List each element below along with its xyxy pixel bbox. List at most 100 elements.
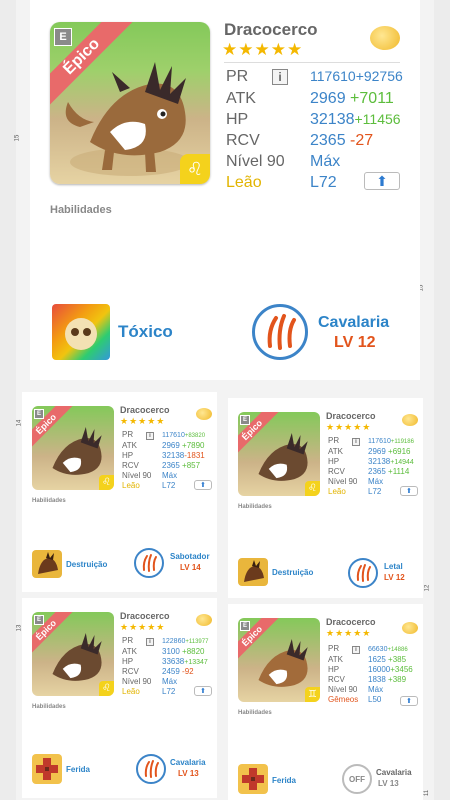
- star-rating: ★★★★★: [326, 628, 372, 638]
- medal-icon[interactable]: [402, 622, 418, 634]
- upgrade-arrow-button[interactable]: ⬆: [364, 172, 400, 190]
- star-rating: ★★★★★: [120, 622, 166, 632]
- skill-saboteur-icon[interactable]: [134, 548, 164, 578]
- stat-label: RCV: [226, 132, 260, 149]
- skill-level: LV 12: [384, 573, 405, 582]
- page-number: 15: [14, 134, 21, 142]
- skill-name: Destruição: [272, 568, 314, 577]
- beast-icon: [244, 560, 264, 582]
- leo-sign-icon: ♌: [180, 154, 210, 184]
- bandage-cross-icon: [36, 758, 58, 780]
- stat-pr: PR i 117610 +92756: [226, 68, 403, 86]
- stat-rcv: RCV 2365 +857: [122, 461, 201, 470]
- info-button[interactable]: i: [352, 646, 360, 654]
- claw-marks-icon: [267, 314, 296, 350]
- stat-atk: ATK 2969 +6916: [328, 447, 411, 456]
- skill-toxic-icon[interactable]: [52, 304, 110, 360]
- level-row: Nível 90 Máx: [122, 677, 178, 686]
- stat-label: PR: [226, 68, 249, 85]
- medal-icon[interactable]: [370, 26, 400, 50]
- stat-atk: ATK 1625 +385: [328, 655, 407, 664]
- medal-icon[interactable]: [402, 414, 418, 426]
- monster-card: Épico E ♌ Dracocerco ★★★★★ PR i 117610 +838…: [22, 392, 217, 592]
- level-label: Nível 90: [226, 153, 285, 170]
- skill-wound-icon[interactable]: [238, 764, 268, 794]
- monster-card: Épico E ♌ Dracocerco ★★★★★ PR i 117610 +119…: [228, 398, 423, 598]
- bandage-cross-icon: [242, 768, 264, 790]
- info-button[interactable]: i: [272, 69, 288, 85]
- stat-bonus: +92756: [355, 68, 403, 84]
- monster-portrait[interactable]: Épico E ♌: [238, 412, 320, 496]
- skill-name: Tóxico: [118, 322, 173, 341]
- skill-destruction-icon[interactable]: [238, 558, 268, 586]
- stat-pr: PR i 122860 +113977: [122, 636, 209, 646]
- skills-header: Habilidades: [238, 504, 272, 510]
- claw-marks-icon: [142, 554, 157, 572]
- star-rating: ★★★★★: [222, 40, 304, 59]
- monster-name: Dracocerco: [326, 411, 376, 421]
- skill-level: LV 13: [378, 779, 399, 788]
- stat-value: 2969: [310, 90, 346, 107]
- monster-portrait[interactable]: Épico E ♊: [238, 618, 320, 702]
- monster-card: Épico E ♌ Dracocerco ★★★★★ PR i 122860 +113…: [22, 598, 217, 798]
- skills-header: Habilidades: [50, 204, 112, 216]
- info-button[interactable]: i: [352, 438, 360, 446]
- skill-cavalry-icon[interactable]: [252, 304, 308, 360]
- level-row: Nível 90 Máx: [226, 153, 340, 171]
- divider: [224, 62, 400, 63]
- sign-name: Leão: [226, 174, 262, 191]
- stat-value: 2365: [310, 132, 346, 149]
- stat-rcv: RCV 1838 +389: [328, 675, 407, 684]
- element-badge: E: [34, 615, 44, 625]
- skill-level: LV 13: [178, 769, 199, 778]
- stat-rcv: RCV 2459 -92: [122, 667, 194, 676]
- stat-hp: HP 32138 -1831: [122, 451, 205, 460]
- stat-pr: PR i 117610 +119186: [328, 436, 414, 446]
- leo-sign-icon: ♌: [305, 481, 320, 496]
- skills-header: Habilidades: [238, 710, 272, 716]
- upgrade-arrow-button[interactable]: ⬆: [194, 480, 212, 490]
- skull-icon: [65, 318, 97, 350]
- level-row: Nível 90 Máx: [328, 477, 384, 486]
- stat-rcv: RCV 2365 +1114: [328, 467, 410, 476]
- monster-portrait[interactable]: Épico E ♌: [32, 406, 114, 490]
- skill-level: LV 14: [180, 563, 201, 572]
- page-number: 12: [424, 584, 431, 592]
- upgrade-arrow-button[interactable]: ⬆: [400, 486, 418, 496]
- skill-destruction-icon[interactable]: [32, 550, 62, 578]
- skill-name: Cavalaria: [170, 758, 206, 767]
- element-badge: E: [34, 409, 44, 419]
- monster-portrait[interactable]: Épico E ♌: [50, 22, 210, 184]
- skill-cavalry-icon[interactable]: [136, 754, 166, 784]
- stat-pr: PR i 66630 +14886: [328, 644, 408, 654]
- level-value: Máx: [310, 153, 341, 170]
- skill-name: Sabotador: [170, 552, 210, 561]
- skills-header: Habilidades: [32, 498, 66, 504]
- upgrade-arrow-button[interactable]: ⬆: [400, 696, 418, 706]
- skills-header: Habilidades: [32, 704, 66, 710]
- monster-portrait[interactable]: Épico E ♌: [32, 612, 114, 696]
- sign-row: Leão L72: [122, 687, 176, 696]
- skill-name: Letal: [384, 562, 403, 571]
- element-badge: E: [54, 28, 72, 46]
- stat-hp: HP 16000 +3456: [328, 665, 413, 674]
- level-row: Nível 90 Máx: [328, 685, 384, 694]
- sign-row: Gêmeos L50: [328, 695, 382, 704]
- element-badge: E: [240, 415, 250, 425]
- skills-row-main: Tóxico Cavalaria LV 12: [30, 298, 420, 380]
- skill-lethal-icon[interactable]: [348, 558, 378, 588]
- stat-label: HP: [226, 111, 249, 128]
- medal-icon[interactable]: [196, 614, 212, 626]
- sign-level: L72: [310, 174, 337, 191]
- claw-marks-icon: [144, 760, 159, 778]
- skill-wound-icon[interactable]: [32, 754, 62, 784]
- stat-label: ATK: [226, 90, 256, 107]
- upgrade-arrow-button[interactable]: ⬆: [194, 686, 212, 696]
- medal-icon[interactable]: [196, 408, 212, 420]
- element-badge: E: [240, 621, 250, 631]
- skill-off-toggle[interactable]: OFF: [342, 764, 372, 794]
- left-gutter: [0, 0, 16, 800]
- stat-bonus: +11456: [354, 111, 401, 127]
- info-button[interactable]: i: [146, 432, 154, 440]
- info-button[interactable]: i: [146, 638, 154, 646]
